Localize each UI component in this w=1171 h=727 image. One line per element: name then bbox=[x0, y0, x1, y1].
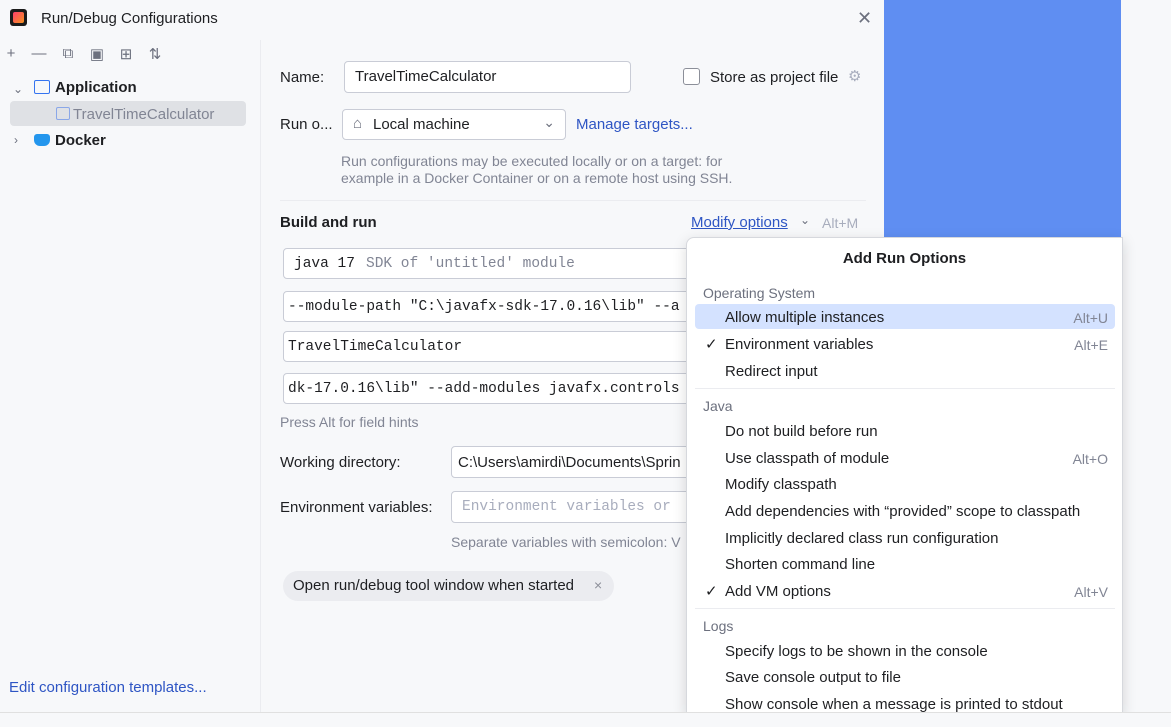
run-on-select[interactable]: ⌂ Local machine ⌄ bbox=[342, 109, 566, 140]
vm-options-field[interactable]: --module-path "C:\javafx-sdk-17.0.16\lib… bbox=[283, 291, 693, 322]
option-show-console[interactable]: Show console when a message is printed t… bbox=[725, 696, 1063, 713]
tree-item-docker[interactable]: Docker bbox=[55, 132, 106, 149]
remove-icon[interactable]: — bbox=[30, 45, 48, 62]
name-label: Name: bbox=[280, 69, 325, 86]
section-logs: Logs bbox=[703, 618, 734, 634]
check-icon: ✓ bbox=[705, 336, 718, 353]
option-redirect[interactable]: Redirect input bbox=[725, 363, 818, 380]
chip-label: Open run/debug tool window when started bbox=[293, 577, 575, 594]
env-hint: Separate variables with semicolon: V bbox=[451, 534, 681, 550]
option-shorten[interactable]: Shorten command line bbox=[725, 556, 875, 573]
docker-icon bbox=[34, 134, 50, 146]
shortcut-use-classpath: Alt+O bbox=[1072, 451, 1108, 467]
workdir-field[interactable]: C:\Users\amirdi\Documents\Sprin bbox=[451, 446, 693, 478]
option-allow-multiple[interactable]: Allow multiple instances bbox=[725, 309, 884, 326]
workdir-value: C:\Users\amirdi\Documents\Sprin bbox=[458, 454, 681, 471]
sdk-select[interactable]: java 17 SDK of 'untitled' module bbox=[283, 248, 693, 279]
run-hint-2: example in a Docker Container or on a re… bbox=[341, 170, 733, 186]
run-on-label: Run o... bbox=[280, 116, 333, 133]
main-class-value: TravelTimeCalculator bbox=[288, 339, 463, 355]
new-folder-icon[interactable]: ⊞ bbox=[117, 45, 135, 63]
modify-shortcut: Alt+M bbox=[822, 215, 859, 231]
option-spec-logs[interactable]: Specify logs to be shown in the console bbox=[725, 643, 988, 660]
option-add-vm[interactable]: Add VM options bbox=[725, 583, 831, 600]
alt-hint: Press Alt for field hints bbox=[280, 414, 419, 430]
close-icon[interactable]: ✕ bbox=[857, 8, 872, 29]
home-icon: ⌂ bbox=[353, 115, 363, 132]
option-env-vars[interactable]: Environment variables bbox=[725, 336, 873, 353]
section-os: Operating System bbox=[703, 285, 816, 301]
option-modify-classpath[interactable]: Modify classpath bbox=[725, 476, 837, 493]
edit-templates-link[interactable]: Edit configuration templates... bbox=[9, 679, 207, 696]
workdir-label: Working directory: bbox=[280, 454, 401, 471]
tree-item-config[interactable]: TravelTimeCalculator bbox=[73, 106, 214, 123]
option-chip[interactable]: Open run/debug tool window when started … bbox=[283, 571, 614, 601]
chevron-down-icon: ⌄ bbox=[543, 114, 555, 130]
chevron-down-icon: ⌄ bbox=[800, 213, 811, 227]
add-run-options-popup: Add Run Options Operating System Allow m… bbox=[686, 237, 1123, 714]
run-on-value: Local machine bbox=[373, 116, 470, 133]
program-args-field[interactable]: dk-17.0.16\lib" --add-modules javafx.con… bbox=[283, 373, 693, 404]
build-run-heading: Build and run bbox=[280, 214, 377, 231]
app-logo-icon bbox=[10, 9, 27, 26]
store-checkbox[interactable] bbox=[683, 68, 700, 85]
popup-title: Add Run Options bbox=[842, 250, 967, 267]
status-bar bbox=[0, 712, 1171, 727]
gear-icon[interactable]: ⚙ bbox=[848, 67, 861, 85]
check-icon: ✓ bbox=[705, 583, 718, 600]
close-icon[interactable]: × bbox=[594, 577, 602, 593]
name-field[interactable]: TravelTimeCalculator bbox=[344, 61, 631, 93]
option-implicit[interactable]: Implicitly declared class run configurat… bbox=[725, 530, 998, 547]
vm-options-value: --module-path "C:\javafx-sdk-17.0.16\lib… bbox=[288, 299, 680, 315]
chevron-right-icon[interactable]: › bbox=[14, 133, 18, 147]
option-save-console[interactable]: Save console output to file bbox=[725, 669, 901, 686]
shortcut-add-vm: Alt+V bbox=[1074, 584, 1108, 600]
env-label: Environment variables: bbox=[280, 499, 433, 516]
manage-targets-link[interactable]: Manage targets... bbox=[576, 116, 693, 133]
separator bbox=[695, 388, 1115, 389]
shortcut-env-vars: Alt+E bbox=[1074, 337, 1108, 353]
option-add-deps[interactable]: Add dependencies with “provided” scope t… bbox=[725, 503, 1080, 520]
separator bbox=[695, 608, 1115, 609]
option-no-build[interactable]: Do not build before run bbox=[725, 423, 878, 440]
chevron-down-icon[interactable]: ⌄ bbox=[13, 82, 23, 96]
run-hint-1: Run configurations may be executed local… bbox=[341, 153, 723, 169]
program-args-value: dk-17.0.16\lib" --add-modules javafx.con… bbox=[288, 381, 680, 397]
config-icon bbox=[56, 107, 70, 120]
application-icon bbox=[34, 80, 50, 94]
divider bbox=[280, 200, 866, 201]
env-field[interactable]: Environment variables or bbox=[451, 491, 693, 523]
shortcut-allow-multiple: Alt+U bbox=[1073, 310, 1108, 326]
save-icon[interactable]: ▣ bbox=[88, 45, 106, 63]
main-class-field[interactable]: TravelTimeCalculator bbox=[283, 331, 693, 362]
store-label: Store as project file bbox=[710, 69, 839, 86]
dialog-title: Run/Debug Configurations bbox=[41, 10, 218, 27]
add-icon[interactable]: + bbox=[2, 45, 20, 62]
background-window bbox=[884, 0, 1121, 237]
section-java: Java bbox=[703, 398, 733, 414]
option-use-classpath[interactable]: Use classpath of module bbox=[725, 450, 889, 467]
sdk-hint: SDK of 'untitled' module bbox=[366, 256, 575, 272]
name-value: TravelTimeCalculator bbox=[355, 68, 497, 85]
copy-icon[interactable]: ⧉ bbox=[59, 45, 77, 62]
sdk-value: java 17 bbox=[294, 256, 355, 272]
env-placeholder: Environment variables or bbox=[462, 499, 671, 515]
sort-icon[interactable]: ⇅ bbox=[146, 45, 164, 63]
tree-item-application[interactable]: Application bbox=[55, 79, 137, 96]
modify-options-link[interactable]: Modify options bbox=[691, 214, 788, 231]
